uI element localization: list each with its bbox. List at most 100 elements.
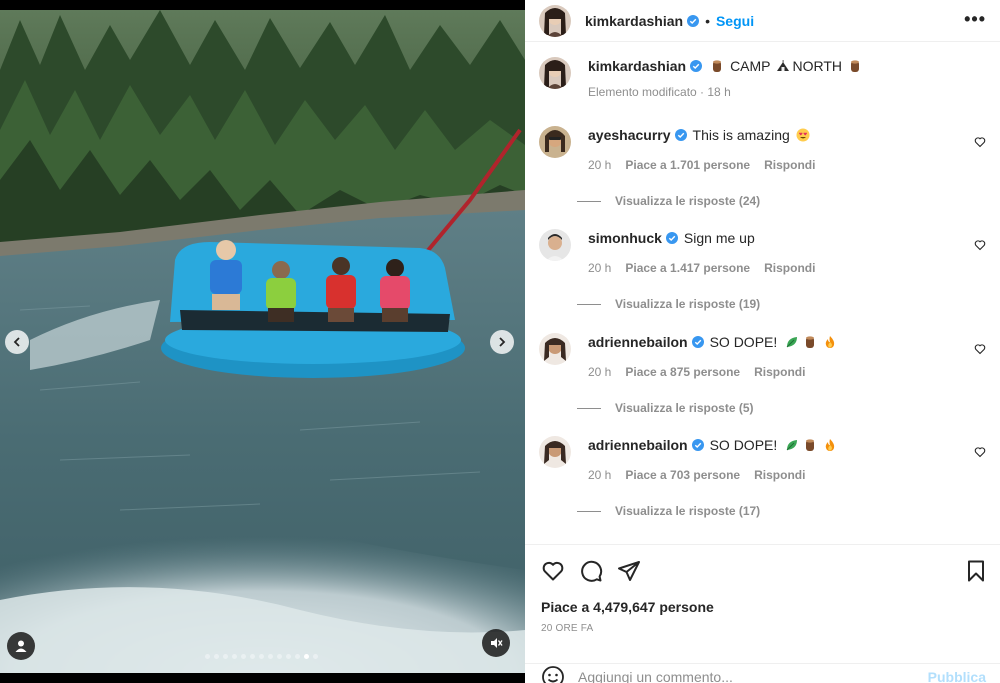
verified-icon xyxy=(687,14,700,27)
verified-icon xyxy=(665,232,678,244)
leaf-emoji-icon xyxy=(785,333,799,351)
post-timestamp: 20 ORE FA xyxy=(541,623,594,634)
mute-button[interactable] xyxy=(482,629,510,657)
chevron-right-icon xyxy=(499,337,506,347)
follow-button[interactable]: Segui xyxy=(716,13,754,29)
verified-icon xyxy=(691,439,704,451)
next-slide-button[interactable] xyxy=(490,330,514,354)
comment-item: adriennebailon SO DOPE! 20 h Piace a 703… xyxy=(539,436,986,526)
reply-button[interactable]: Rispondi xyxy=(764,261,815,275)
carousel-dot xyxy=(295,654,300,659)
commenter-username[interactable]: adriennebailon xyxy=(588,436,688,454)
post-photo[interactable] xyxy=(0,10,525,673)
replies-rule xyxy=(577,510,601,512)
carousel-dot xyxy=(268,654,273,659)
carousel-dot xyxy=(223,654,228,659)
comment-likes[interactable]: Piace a 1.701 persone xyxy=(625,158,750,172)
replies-rule xyxy=(577,407,601,409)
log-emoji-icon xyxy=(848,57,862,75)
post-header: kimkardashian • Segui ••• xyxy=(525,0,1000,42)
comment-likes[interactable]: Piace a 1.417 persone xyxy=(625,261,750,275)
comment-likes[interactable]: Piace a 875 persone xyxy=(625,365,740,379)
like-comment-heart-icon[interactable] xyxy=(974,239,986,251)
carousel-dot xyxy=(205,654,210,659)
comment-item: simonhuck Sign me up 20 h Piace a 1.417 … xyxy=(539,229,986,319)
heart-icon[interactable] xyxy=(541,559,565,583)
commenter-avatar[interactable] xyxy=(539,126,571,158)
reply-button[interactable]: Rispondi xyxy=(754,365,805,379)
comments-list: kimkardashian CAMP NORTH Elemento modifi… xyxy=(525,43,1000,544)
heart-eyes-emoji-icon xyxy=(796,126,810,144)
leaf-emoji-icon xyxy=(785,436,799,454)
tagged-users-button[interactable] xyxy=(7,632,35,660)
view-replies-label: Visualizza le risposte (5) xyxy=(615,401,754,415)
comment-item: ayeshacurry This is amazing 20 h Piace a… xyxy=(539,126,986,216)
like-comment-heart-icon[interactable] xyxy=(974,136,986,148)
caption-username[interactable]: kimkardashian xyxy=(588,57,686,75)
share-icon[interactable] xyxy=(617,559,641,583)
comment-time: 20 h xyxy=(588,365,612,379)
carousel-dot xyxy=(232,654,237,659)
verified-icon xyxy=(691,336,704,348)
comment-text: Sign me up xyxy=(683,230,755,246)
view-replies-button[interactable]: Visualizza le risposte (19) xyxy=(577,297,760,311)
replies-rule xyxy=(577,200,601,202)
comment-input[interactable]: Aggiungi un commento... xyxy=(578,669,733,683)
author-username[interactable]: kimkardashian xyxy=(585,13,683,29)
log-emoji-icon xyxy=(803,436,817,454)
caption: kimkardashian CAMP NORTH Elemento modifi… xyxy=(539,57,986,117)
view-replies-button[interactable]: Visualizza le risposte (24) xyxy=(577,194,760,208)
water-tubing-image xyxy=(0,10,525,673)
more-options-icon[interactable]: ••• xyxy=(964,10,986,28)
view-replies-button[interactable]: Visualizza le risposte (5) xyxy=(577,401,754,415)
comment-item: adriennebailon SO DOPE! 20 h Piace a 875… xyxy=(539,333,986,423)
commenter-avatar[interactable] xyxy=(539,436,571,468)
carousel-dot xyxy=(241,654,246,659)
verified-icon xyxy=(674,129,687,141)
reply-button[interactable]: Rispondi xyxy=(754,468,805,482)
comment-time: 20 h xyxy=(588,261,612,275)
emoji-icon[interactable] xyxy=(541,665,565,683)
fire-emoji-icon xyxy=(823,333,837,351)
comment-text: This is amazing xyxy=(692,127,790,143)
commenter-username[interactable]: simonhuck xyxy=(588,229,662,247)
carousel-dot xyxy=(250,654,255,659)
author-avatar[interactable] xyxy=(539,4,571,37)
view-replies-label: Visualizza le risposte (24) xyxy=(615,194,761,208)
mute-icon xyxy=(491,638,503,648)
user-tag-icon xyxy=(15,640,27,652)
chevron-left-icon xyxy=(13,337,20,347)
carousel-dot-active xyxy=(304,654,309,659)
caption-text-camp: CAMP xyxy=(730,58,771,74)
log-emoji-icon xyxy=(803,333,817,351)
comment-likes[interactable]: Piace a 703 persone xyxy=(625,468,740,482)
view-replies-label: Visualizza le risposte (17) xyxy=(615,504,761,518)
carousel-dot xyxy=(214,654,219,659)
reply-button[interactable]: Rispondi xyxy=(764,158,815,172)
commenter-username[interactable]: ayeshacurry xyxy=(588,126,671,144)
carousel-dot xyxy=(259,654,264,659)
view-replies-button[interactable]: Visualizza le risposte (17) xyxy=(577,504,760,518)
like-comment-heart-icon[interactable] xyxy=(974,446,986,458)
caption-meta: Elemento modificato · 18 h xyxy=(588,85,731,99)
previous-slide-button[interactable] xyxy=(5,330,29,354)
commenter-avatar[interactable] xyxy=(539,333,571,365)
separator: • xyxy=(705,12,710,29)
post-media xyxy=(0,0,525,683)
add-comment-bar: Aggiungi un commento... Pubblica xyxy=(525,663,1000,683)
commenter-username[interactable]: adriennebailon xyxy=(588,333,688,351)
replies-rule xyxy=(577,303,601,305)
post-actions: Piace a 4,479,647 persone 20 ORE FA Aggi… xyxy=(525,544,1000,683)
publish-button[interactable]: Pubblica xyxy=(928,669,986,683)
like-comment-heart-icon[interactable] xyxy=(974,343,986,355)
camp-emoji-icon xyxy=(776,57,790,75)
bookmark-icon[interactable] xyxy=(964,559,988,583)
caption-avatar[interactable] xyxy=(539,57,571,89)
carousel-dot xyxy=(313,654,318,659)
comment-text: SO DOPE! xyxy=(709,437,778,453)
comment-icon[interactable] xyxy=(579,559,603,583)
caption-text-north: NORTH xyxy=(792,58,843,74)
comment-text: SO DOPE! xyxy=(709,334,778,350)
post-likes-count[interactable]: Piace a 4,479,647 persone xyxy=(541,599,714,615)
commenter-avatar[interactable] xyxy=(539,229,571,261)
